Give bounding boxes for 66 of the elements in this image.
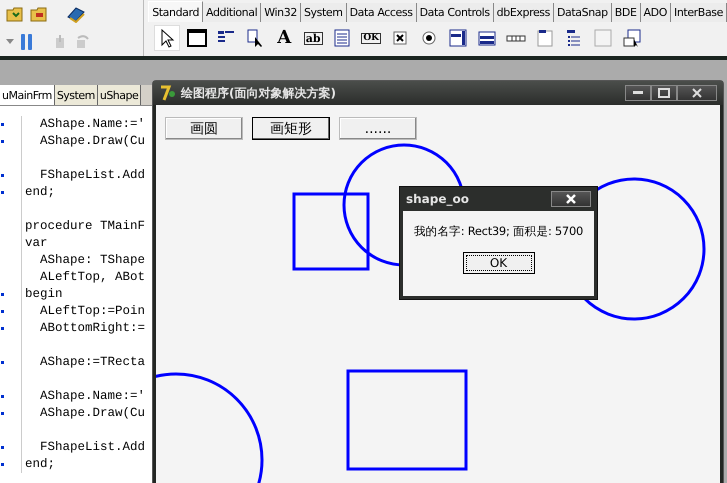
- line-marker-icon[interactable]: [1, 293, 4, 296]
- minimize-icon: [633, 91, 643, 95]
- dropdown-arrow-icon[interactable]: [6, 39, 14, 45]
- dialog-title: shape_oo: [406, 192, 469, 206]
- code-line: AShape.Name:=': [39, 116, 146, 133]
- close-button[interactable]: [551, 191, 591, 207]
- code-line: var: [25, 235, 49, 252]
- open-folder-icon[interactable]: [6, 5, 24, 23]
- code-line: end;: [25, 184, 56, 201]
- close-button[interactable]: [677, 85, 717, 101]
- code-line: end;: [25, 456, 56, 473]
- palette-tab[interactable]: InterBase: [670, 3, 727, 22]
- app-logo-icon: [159, 84, 177, 102]
- form-button[interactable]: 画矩形: [252, 117, 330, 140]
- line-marker-icon[interactable]: [1, 463, 4, 466]
- code-line: ALeftTop, ABot: [39, 269, 146, 286]
- line-marker-icon[interactable]: [1, 327, 4, 330]
- line-marker-icon[interactable]: [1, 395, 4, 398]
- book-icon[interactable]: [66, 5, 86, 23]
- code-line: AShape.Draw(Cu: [39, 405, 146, 422]
- palette-tab[interactable]: Additional: [203, 3, 262, 22]
- line-marker-icon[interactable]: [1, 446, 4, 449]
- code-line: ALeftTop:=Poin: [39, 303, 146, 320]
- frame-icon[interactable]: [185, 26, 210, 50]
- code-line: AShape.Name:=': [39, 388, 146, 405]
- line-marker-icon[interactable]: [1, 123, 4, 126]
- close-icon: [692, 88, 702, 98]
- ok-button[interactable]: OK: [462, 252, 534, 274]
- maximize-button[interactable]: [651, 85, 677, 101]
- line-marker-icon[interactable]: [1, 174, 4, 177]
- palette-tab[interactable]: Win32: [261, 3, 301, 22]
- code-line: AShape.Draw(Cu: [39, 133, 146, 150]
- line-marker-icon[interactable]: [1, 310, 4, 313]
- window-title: 绘图程序(面向对象解决方案): [181, 84, 336, 102]
- editor-tab[interactable]: System: [54, 85, 98, 105]
- dialog-message: 我的名字: Rect39; 面积是: 5700: [413, 224, 583, 239]
- folder-icon[interactable]: [30, 5, 48, 23]
- palette-tab[interactable]: dbExpress: [494, 3, 554, 22]
- palette-tab[interactable]: DataSnap: [554, 3, 612, 22]
- line-marker-icon[interactable]: [1, 361, 4, 364]
- code-line: procedure TMainF: [25, 218, 146, 235]
- code-line: AShape:=TRecta: [39, 354, 146, 371]
- line-marker-icon[interactable]: [1, 140, 4, 143]
- palette-tab[interactable]: BDE: [612, 3, 641, 22]
- palette-tab[interactable]: Standard: [148, 1, 204, 22]
- close-icon: [566, 194, 576, 204]
- editor-tab[interactable]: uMainFrm: [0, 85, 55, 105]
- line-marker-icon[interactable]: [1, 412, 4, 415]
- code-line: FShapeList.Add: [39, 167, 146, 184]
- form-button[interactable]: ......: [339, 117, 417, 140]
- code-line: ABottomRight:=: [39, 320, 146, 337]
- editor-tab[interactable]: uShape: [98, 85, 142, 105]
- line-marker-icon[interactable]: [1, 191, 4, 194]
- maximize-icon: [658, 88, 670, 98]
- palette-tab[interactable]: ADO: [640, 3, 671, 22]
- minimize-button[interactable]: [625, 85, 651, 101]
- code-line: begin: [25, 286, 64, 303]
- pointer-icon[interactable]: [154, 25, 180, 51]
- palette-tab[interactable]: System: [300, 3, 347, 22]
- label-icon[interactable]: A: [272, 26, 296, 50]
- palette-tab[interactable]: Data Access: [346, 3, 417, 22]
- code-line: AShape: TShape: [39, 252, 146, 269]
- code-line: FShapeList.Add: [39, 439, 146, 456]
- pause-icon[interactable]: [20, 33, 34, 51]
- form-button[interactable]: 画圆: [165, 117, 243, 140]
- palette-tab[interactable]: Data Controls: [416, 3, 494, 22]
